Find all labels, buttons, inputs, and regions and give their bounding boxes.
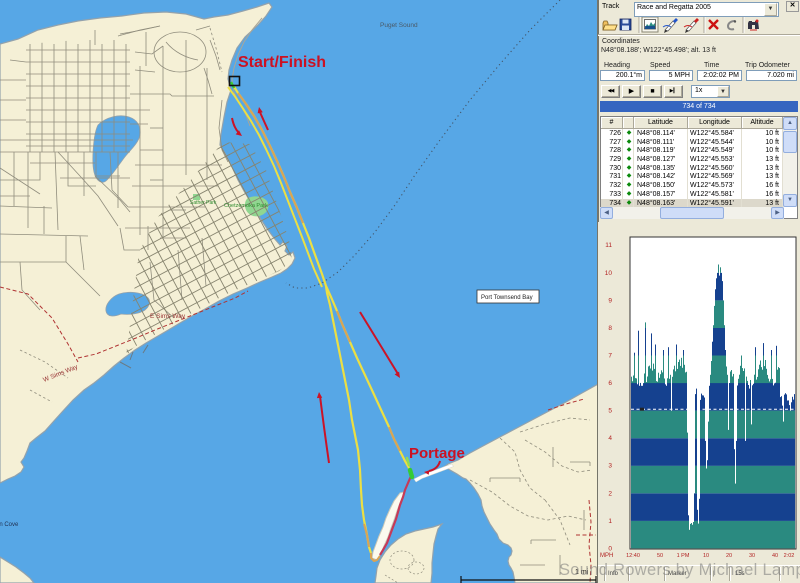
svg-text:11: 11: [605, 242, 612, 249]
svg-text:6: 6: [608, 380, 612, 387]
svg-text:40: 40: [772, 553, 778, 559]
svg-text:7: 7: [608, 353, 612, 360]
svg-text:50: 50: [657, 553, 663, 559]
svg-text:3: 3: [608, 463, 612, 470]
svg-text:Sather Park: Sather Park: [190, 200, 217, 206]
svg-text:1: 1: [608, 518, 612, 525]
svg-text:8: 8: [608, 325, 612, 332]
svg-text:Port Townsend Bay: Port Townsend Bay: [481, 295, 533, 301]
svg-text:20: 20: [726, 553, 732, 559]
svg-text:0: 0: [608, 545, 612, 552]
svg-text:Portage: Portage: [409, 445, 465, 462]
svg-text:Puget Sound: Puget Sound: [380, 22, 418, 29]
svg-text:12:40: 12:40: [626, 553, 640, 559]
svg-text:10: 10: [703, 553, 709, 559]
svg-text:9: 9: [608, 297, 612, 304]
svg-text:4: 4: [608, 435, 612, 442]
svg-text:Chetzemoka Park: Chetzemoka Park: [224, 203, 268, 209]
svg-text:5: 5: [608, 408, 612, 415]
svg-text:E Sims Way: E Sims Way: [150, 313, 186, 320]
svg-text:Start/Finish: Start/Finish: [238, 54, 326, 71]
svg-text:10: 10: [605, 270, 613, 277]
svg-text:30: 30: [749, 553, 755, 559]
svg-text:2: 2: [608, 490, 612, 497]
svg-text:2:02: 2:02: [784, 553, 795, 559]
svg-text:MPH: MPH: [600, 553, 613, 559]
svg-text:1 PM: 1 PM: [677, 553, 690, 559]
svg-text:Glen Cove: Glen Cove: [0, 522, 19, 528]
